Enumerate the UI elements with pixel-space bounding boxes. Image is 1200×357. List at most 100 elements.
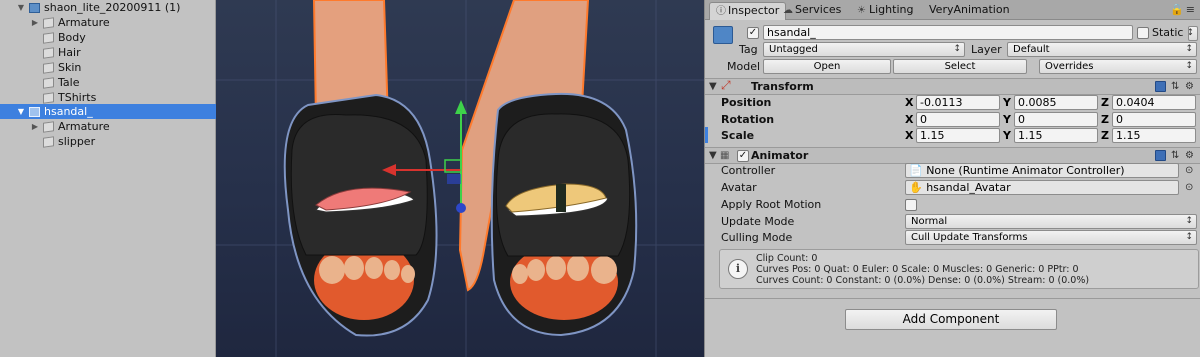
culling-mode-dropdown[interactable]: Cull Update Transforms	[905, 230, 1197, 245]
asset-icon: 📄	[909, 164, 923, 177]
animator-header[interactable]: ▼ ▦ ✓ Animator ⇅ ⚙	[705, 147, 1200, 164]
gameobject-icon	[43, 136, 54, 148]
add-component-button[interactable]: Add Component	[845, 309, 1057, 330]
z-axis-handle-icon	[456, 203, 466, 213]
hierarchy-item-label: Armature	[58, 120, 110, 133]
layer-dropdown[interactable]: Default	[1007, 42, 1197, 57]
avatar-label: Avatar	[721, 181, 757, 194]
hierarchy-item-body[interactable]: Body	[0, 30, 216, 45]
animator-enabled-checkbox[interactable]: ✓	[737, 150, 749, 162]
controller-field[interactable]: 📄 None (Runtime Animator Controller)	[905, 163, 1179, 178]
culling-mode-label: Culling Mode	[721, 231, 793, 244]
gameobject-icon	[43, 32, 54, 44]
gameobject-icon	[43, 62, 54, 74]
fold-expanded-icon[interactable]: ▼	[16, 0, 26, 15]
open-button[interactable]: Open	[763, 59, 891, 74]
separator	[705, 298, 1200, 299]
tab-label: VeryAnimation	[929, 3, 1010, 16]
model-label: Model	[727, 60, 761, 73]
hierarchy-item-shaon-root[interactable]: ▼ shaon_lite_20200911 (1)	[0, 0, 216, 15]
hierarchy-item-label: Body	[58, 31, 86, 44]
rotation-y-field[interactable]: 0	[1014, 112, 1098, 127]
tag-dropdown[interactable]: Untagged	[763, 42, 965, 57]
preset-icon[interactable]: ⇅	[1171, 79, 1179, 94]
tab-lighting[interactable]: ☀ Lighting	[857, 2, 913, 20]
hierarchy-item-label: Armature	[58, 16, 110, 29]
transform-title: Transform	[751, 80, 814, 93]
settings-gear-icon[interactable]: ⚙	[1185, 79, 1194, 94]
scale-y-field[interactable]: 1.15	[1014, 128, 1098, 143]
gameobject-icon	[43, 17, 54, 29]
overrides-dropdown[interactable]: Overrides	[1039, 59, 1197, 74]
fold-collapsed-icon[interactable]: ▶	[30, 15, 40, 30]
avatar-value: hsandal_Avatar	[926, 181, 1011, 194]
hierarchy-item-armature[interactable]: ▶ Armature	[0, 15, 216, 30]
fold-expanded-icon[interactable]: ▼	[709, 79, 717, 94]
hierarchy-item-skin[interactable]: Skin	[0, 60, 216, 75]
active-checkbox[interactable]: ✓	[747, 27, 759, 39]
axis-x-label: X	[905, 113, 914, 126]
hierarchy-item-slipper[interactable]: slipper	[0, 134, 216, 149]
object-name-field[interactable]: hsandal_	[763, 25, 1133, 40]
scene-view[interactable]	[216, 0, 704, 357]
info-line: Curves Count: 0 Constant: 0 (0.0%) Dense…	[756, 275, 1090, 286]
hierarchy-item-tshirts[interactable]: TShirts	[0, 90, 216, 105]
prefab-icon	[29, 107, 40, 117]
fold-collapsed-icon[interactable]: ▶	[30, 119, 40, 134]
hierarchy-item-label: hsandal_	[44, 105, 93, 118]
hierarchy-item-label: shaon_lite_20200911 (1)	[44, 1, 181, 14]
fold-expanded-icon[interactable]: ▼	[709, 148, 717, 163]
inspector-panel: ⓘ Inspector ☁ Services ☀ Lighting VeryAnima…	[704, 0, 1200, 357]
info-icon: i	[728, 259, 748, 279]
panel-options[interactable]: 🔒≡	[1170, 3, 1197, 16]
tag-label: Tag	[739, 43, 758, 56]
help-icon[interactable]	[1155, 150, 1166, 161]
static-dropdown[interactable]	[1188, 26, 1198, 41]
menu-icon[interactable]: ≡	[1186, 3, 1197, 16]
static-checkbox[interactable]	[1137, 27, 1149, 39]
gameobject-icon	[43, 77, 54, 89]
hierarchy-item-label: Hair	[58, 46, 81, 59]
hierarchy-item-hair[interactable]: Hair	[0, 45, 216, 60]
hierarchy-item-hsandal[interactable]: ▼ hsandal_	[0, 104, 216, 119]
position-label: Position	[721, 96, 772, 109]
position-z-field[interactable]: 0.0404	[1112, 95, 1196, 110]
tab-label: Services	[795, 3, 842, 16]
lock-icon[interactable]: 🔒	[1170, 3, 1186, 16]
tab-veryanimation[interactable]: VeryAnimation	[929, 2, 1010, 20]
axis-z-label: Z	[1101, 113, 1109, 126]
fold-expanded-icon[interactable]: ▼	[16, 104, 26, 119]
object-picker-icon[interactable]: ⊙	[1185, 163, 1193, 178]
object-picker-icon[interactable]: ⊙	[1185, 180, 1193, 195]
tab-label: Lighting	[869, 3, 914, 16]
hierarchy-item-label: Skin	[58, 61, 82, 74]
select-button[interactable]: Select	[893, 59, 1027, 74]
transform-header[interactable]: ▼ ⤢ Transform ⇅ ⚙	[705, 78, 1200, 95]
position-y-field[interactable]: 0.0085	[1014, 95, 1098, 110]
hierarchy-item-tale[interactable]: Tale	[0, 75, 216, 90]
preset-icon[interactable]: ⇅	[1171, 148, 1179, 163]
scale-x-field[interactable]: 1.15	[916, 128, 1000, 143]
info-line: Clip Count: 0	[756, 253, 818, 264]
hierarchy-item-armature-2[interactable]: ▶ Armature	[0, 119, 216, 134]
help-icon[interactable]	[1155, 81, 1166, 92]
prefab-icon	[713, 26, 733, 44]
settings-gear-icon[interactable]: ⚙	[1185, 148, 1194, 163]
scale-z-field[interactable]: 1.15	[1112, 128, 1196, 143]
avatar-field[interactable]: ✋ hsandal_Avatar	[905, 180, 1179, 195]
apply-root-motion-checkbox[interactable]	[905, 199, 917, 211]
tab-inspector[interactable]: ⓘ Inspector	[709, 2, 787, 20]
gameobject-icon	[43, 92, 54, 104]
position-x-field[interactable]: -0.0113	[916, 95, 1000, 110]
rotation-z-field[interactable]: 0	[1112, 112, 1196, 127]
rotation-x-field[interactable]: 0	[916, 112, 1000, 127]
hierarchy-item-label: Tale	[58, 76, 80, 89]
animator-icon: ▦	[720, 150, 730, 161]
info-icon: ⓘ	[716, 6, 726, 17]
tab-services[interactable]: ☁ Services	[783, 2, 841, 20]
update-mode-dropdown[interactable]: Normal	[905, 214, 1197, 229]
axis-x-label: X	[905, 96, 914, 109]
update-mode-label: Update Mode	[721, 215, 795, 228]
hierarchy-item-label: slipper	[58, 135, 96, 148]
prefab-icon	[29, 3, 40, 13]
